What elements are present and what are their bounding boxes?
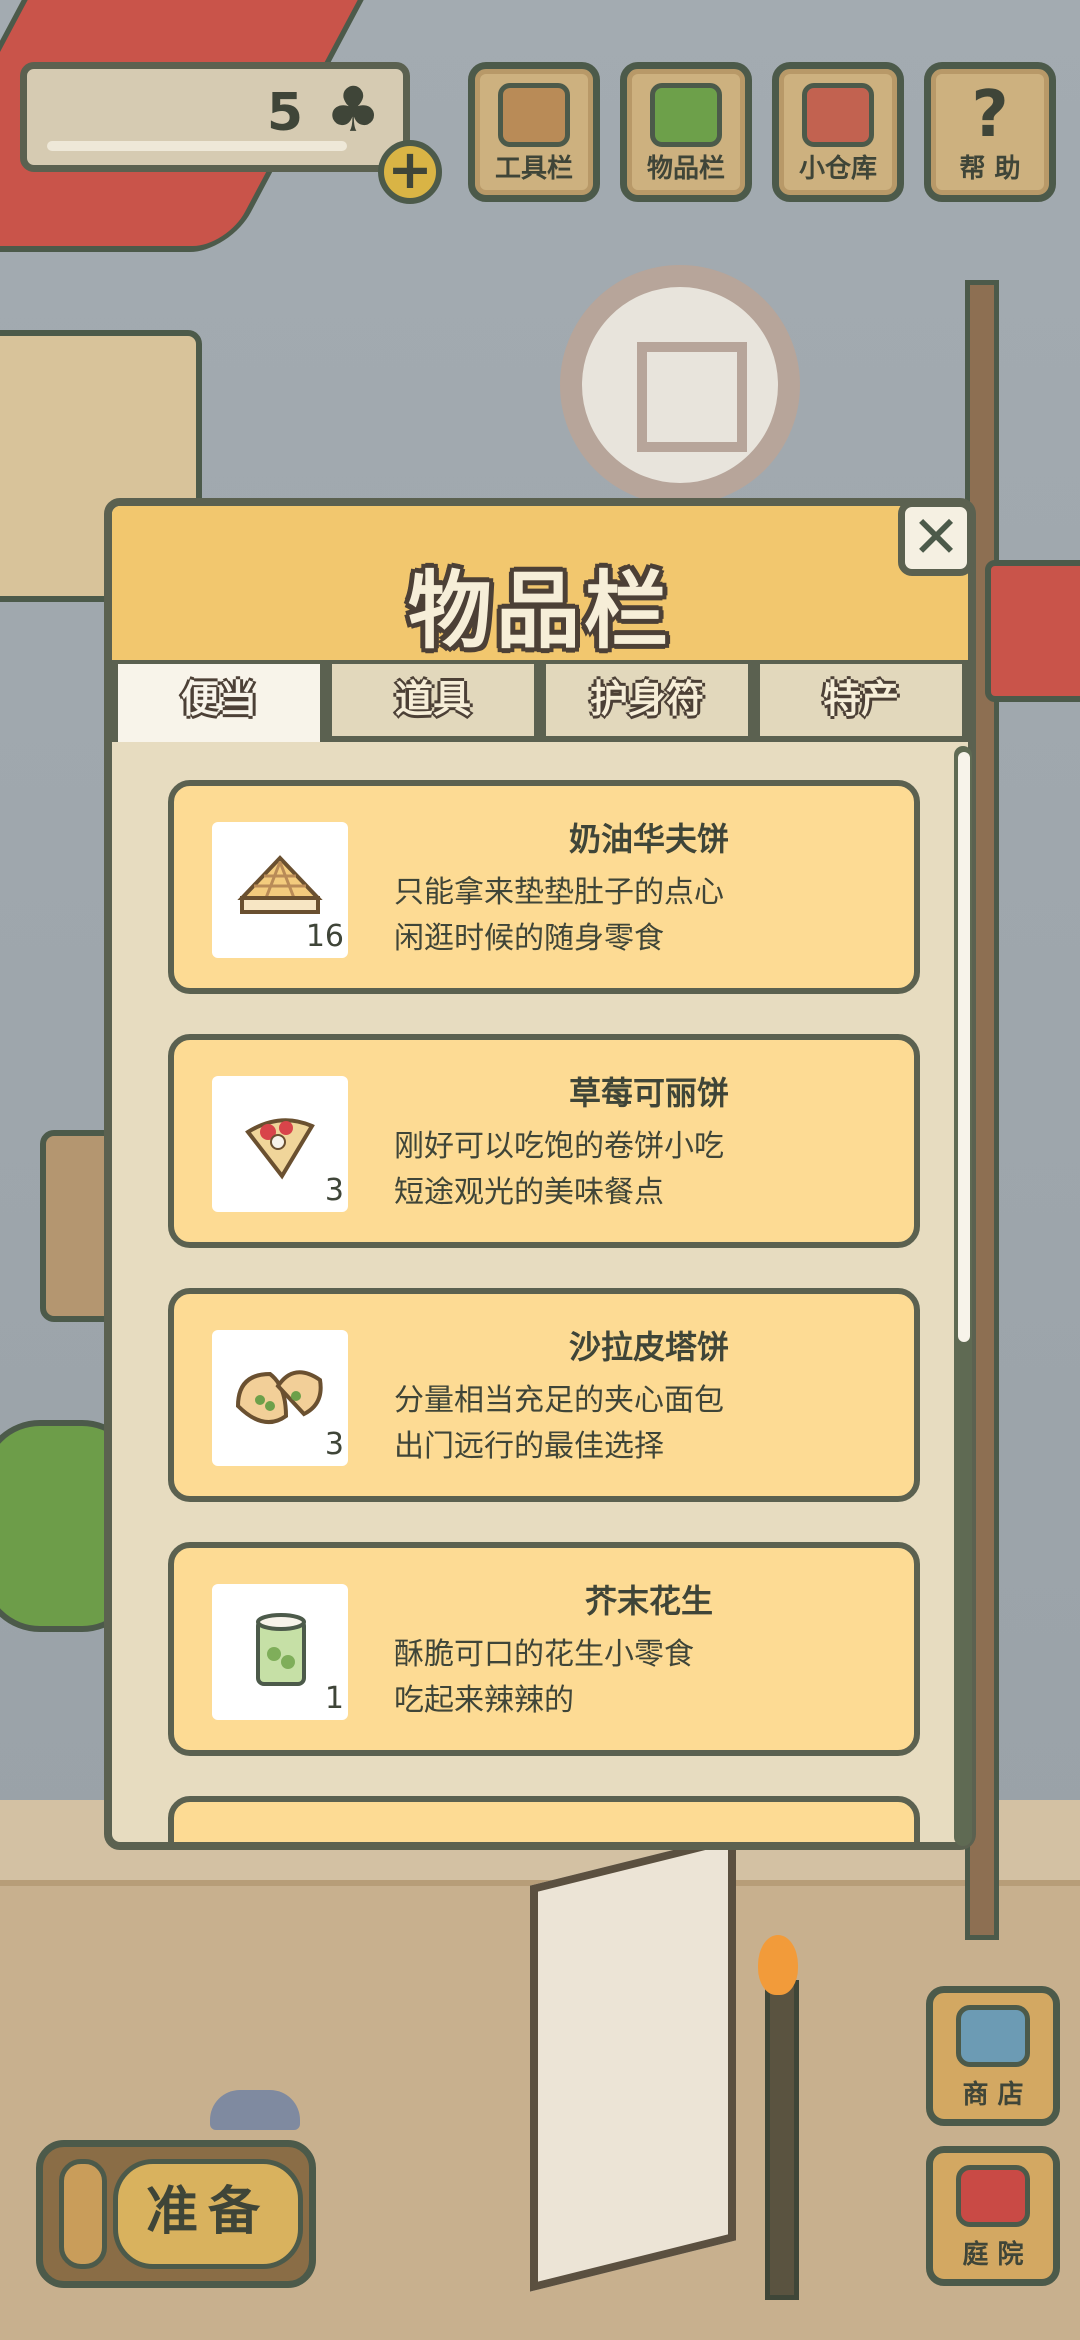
item-name: 芥末花生	[584, 1582, 713, 1620]
help-label: 帮 助	[959, 154, 1021, 184]
tab-specialties-label: 特产	[822, 677, 899, 721]
item-name: 草莓可丽饼	[568, 1074, 729, 1112]
item-name: 沙拉皮塔饼	[568, 1328, 729, 1366]
item-desc-line: 短途观光的美味餐点	[394, 1175, 664, 1210]
close-button[interactable]: ✕	[898, 500, 974, 576]
help-icon: ?	[971, 78, 1009, 152]
item-quantity: 1	[324, 1681, 344, 1716]
tab-charms-label: 护身符	[589, 677, 704, 721]
peanut-can-icon	[256, 1613, 306, 1686]
tab-bento-label: 便当	[180, 677, 257, 721]
yard-label: 庭 院	[962, 2240, 1024, 2270]
toolbox-icon	[498, 83, 570, 147]
list-item[interactable]: 3 沙拉皮塔饼 分量相当充足的夹心面包 出门远行的最佳选择	[168, 1288, 920, 1502]
tab-charms[interactable]: 护身符	[540, 664, 754, 742]
candle-flame	[758, 1935, 798, 1995]
item-desc-line: 刚好可以吃饱的卷饼小吃	[394, 1129, 724, 1164]
red-chest	[985, 560, 1080, 702]
list-item[interactable]: 16 奶油华夫饼 只能拿来垫垫肚子的点心 闲逛时候的随身零食	[168, 780, 920, 994]
waffle-icon	[237, 855, 323, 914]
prepare-label: 准备	[113, 2159, 303, 2269]
item-desc-line: 吃起来辣辣的	[394, 1683, 574, 1718]
mailbox-icon	[956, 2165, 1030, 2227]
shop-icon	[956, 2005, 1030, 2067]
list-item[interactable]: 3 草莓可丽饼 刚好可以吃饱的卷饼小吃 短途观光的美味餐点	[168, 1034, 920, 1248]
item-list[interactable]: 16 奶油华夫饼 只能拿来垫垫肚子的点心 闲逛时候的随身零食 3 草莓可丽饼 刚…	[112, 742, 962, 1842]
item-thumbnail: 3	[212, 1076, 348, 1212]
prepare-button[interactable]: 准备	[36, 2140, 316, 2288]
tab-bento[interactable]: 便当	[112, 664, 326, 742]
item-thumbnail: 16	[212, 822, 348, 958]
log-end	[59, 2159, 107, 2269]
item-quantity: 3	[324, 1173, 344, 1208]
inventory-label: 物品栏	[646, 154, 725, 184]
yard-button[interactable]: 庭 院	[926, 2146, 1060, 2286]
item-desc-line: 只能拿来垫垫肚子的点心	[394, 875, 724, 910]
inventory-button[interactable]: 物品栏	[620, 62, 752, 202]
item-desc-line: 分量相当充足的夹心面包	[394, 1383, 724, 1418]
item-description: 只能拿来垫垫肚子的点心 闲逛时候的随身零食	[394, 870, 724, 962]
item-thumbnail: 1	[212, 1584, 348, 1720]
storage-label: 小仓库	[798, 154, 877, 184]
tab-tools[interactable]: 道具	[326, 664, 540, 742]
bag-icon	[650, 83, 722, 147]
item-description: 分量相当充足的夹心面包 出门远行的最佳选择	[394, 1378, 724, 1470]
list-item[interactable]	[168, 1796, 920, 1842]
dialog-header: 物品栏	[112, 506, 968, 666]
toolbox-label: 工具栏	[494, 154, 573, 184]
item-desc-line: 闲逛时候的随身零食	[394, 921, 664, 956]
scrollbar-thumb[interactable]	[958, 752, 970, 1342]
tab-specialties[interactable]: 特产	[754, 664, 968, 742]
item-description: 酥脆可口的花生小零食 吃起来辣辣的	[394, 1632, 694, 1724]
item-desc-line: 酥脆可口的花生小零食	[394, 1637, 694, 1672]
tab-tools-label: 道具	[394, 677, 471, 721]
add-clover-button[interactable]: +	[378, 140, 442, 204]
list-item[interactable]: 1 芥末花生 酥脆可口的花生小零食 吃起来辣辣的	[168, 1542, 920, 1756]
help-button[interactable]: ? 帮 助	[924, 62, 1056, 202]
toolbox-button[interactable]: 工具栏	[468, 62, 600, 202]
pita-icon	[235, 1370, 323, 1425]
item-quantity: 3	[324, 1427, 344, 1462]
crepe-icon	[245, 1118, 315, 1180]
shop-label: 商 店	[962, 2080, 1024, 2110]
storage-icon	[802, 83, 874, 147]
storage-button[interactable]: 小仓库	[772, 62, 904, 202]
inventory-dialog: 物品栏 便当 道具 护身符 特产 16 奶油华夫饼 只能拿来垫垫肚子的点心 闲逛…	[104, 498, 976, 1850]
clover-counter: 5 ♣	[20, 62, 410, 172]
clover-count: 5	[266, 83, 303, 143]
round-window	[560, 265, 800, 505]
item-thumbnail: 3	[212, 1330, 348, 1466]
clover-icon: ♣	[325, 73, 381, 146]
inventory-tabs: 便当 道具 护身符 特产	[112, 664, 968, 744]
shop-button[interactable]: 商 店	[926, 1986, 1060, 2126]
item-name: 奶油华夫饼	[568, 820, 729, 858]
candle-stand	[765, 1980, 799, 2300]
item-desc-line: 出门远行的最佳选择	[394, 1429, 664, 1464]
rock	[210, 2090, 300, 2130]
folding-screen	[530, 1834, 736, 2292]
item-description: 刚好可以吃饱的卷饼小吃 短途观光的美味餐点	[394, 1124, 724, 1216]
item-quantity: 16	[305, 919, 344, 954]
dialog-title: 物品栏	[407, 562, 672, 660]
